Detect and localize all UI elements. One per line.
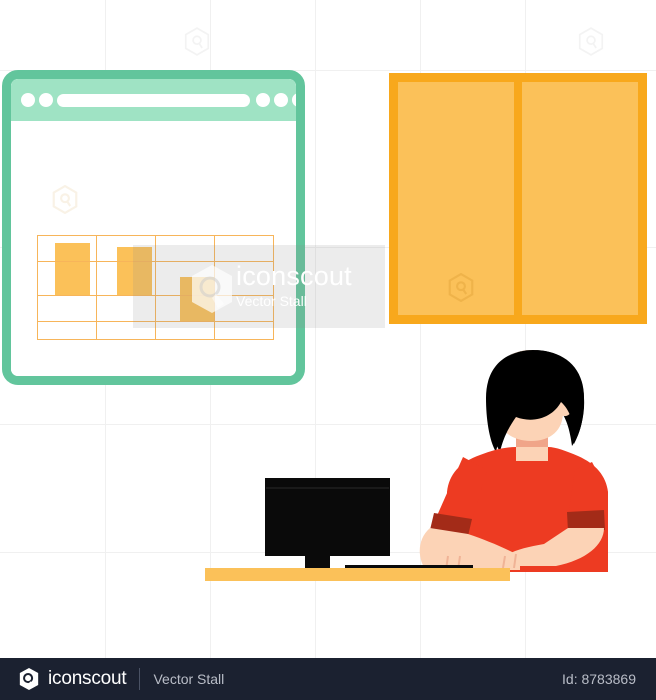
iconscout-logo-icon: [18, 667, 40, 691]
footer-divider: [139, 668, 141, 690]
watermark-author: Vector Stall: [236, 293, 307, 309]
footer-bar: iconscout Vector Stall Id: 8783869: [0, 658, 656, 700]
footer-asset-id: Id: 8783869: [562, 671, 636, 687]
desktop-monitor: [265, 478, 390, 572]
illustration-canvas: iconscout Vector Stall iconscout Vector …: [0, 0, 656, 700]
footer-author: Vector Stall: [153, 671, 225, 687]
person-at-computer: [419, 350, 608, 572]
watermark-text: iconscout Vector Stall: [236, 262, 352, 310]
watermark-logo-icon: [188, 263, 236, 315]
collar: [516, 447, 548, 461]
monitor-screen: [265, 478, 390, 556]
workstation-scene: [0, 0, 656, 658]
watermark-brand: iconscout: [236, 261, 352, 291]
monitor-bezel-line: [266, 487, 389, 489]
footer-brand: iconscout: [48, 668, 127, 689]
desk: [205, 568, 510, 581]
